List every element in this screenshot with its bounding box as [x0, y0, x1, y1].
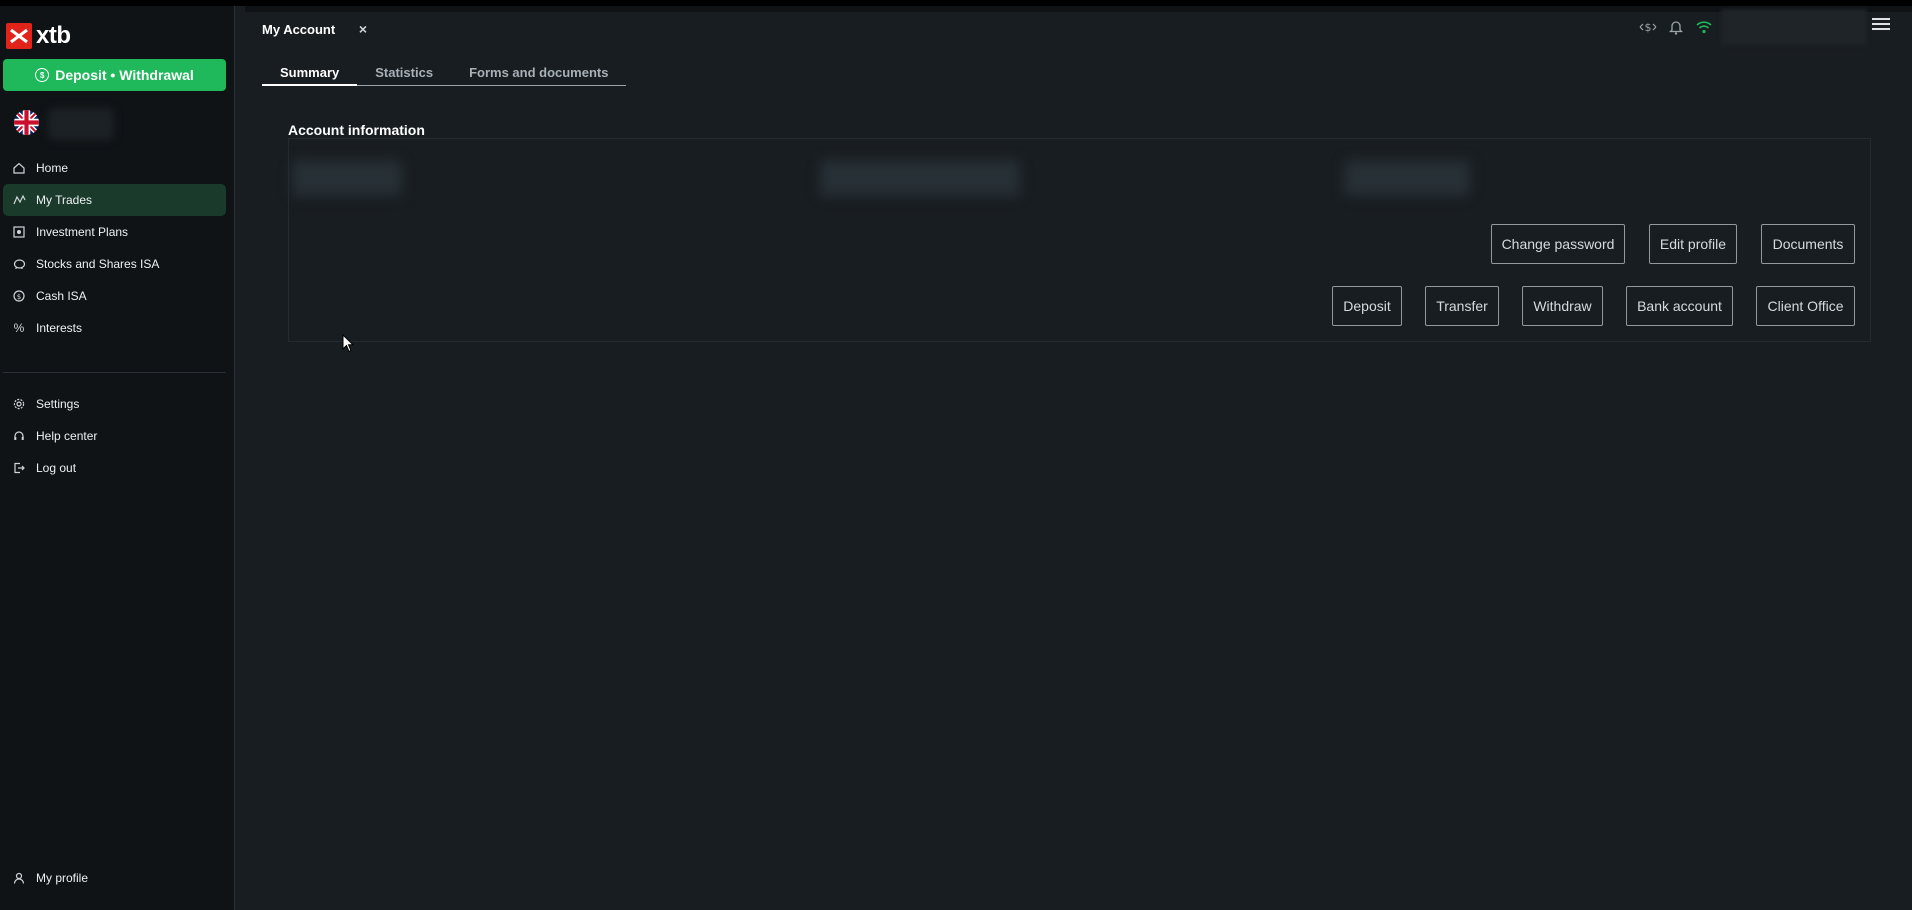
transfer-button[interactable]: Transfer [1425, 286, 1499, 326]
deposit-button[interactable]: Deposit [1332, 286, 1402, 326]
nav-item-log-out[interactable]: Log out [3, 452, 226, 484]
redacted-field [1344, 160, 1470, 196]
xtb-logo[interactable]: xtb [6, 21, 71, 51]
nav-item-settings[interactable]: Settings [3, 388, 226, 420]
client-office-button[interactable]: Client Office [1756, 286, 1855, 326]
nav-item-home[interactable]: Home [3, 152, 226, 184]
nav-item-help-center[interactable]: Help center [3, 420, 226, 452]
secondary-nav: Settings Help center Log out [3, 388, 226, 484]
nav-label: Settings [36, 397, 80, 411]
bank-account-button[interactable]: Bank account [1626, 286, 1733, 326]
nav-item-my-profile[interactable]: My profile [3, 862, 226, 894]
main-nav: Home My Trades Investment Plans Stocks a… [3, 152, 226, 344]
sidebar: xtb $ Deposit • Withdrawal Home My Trade… [0, 6, 235, 910]
account-number-redacted [48, 108, 114, 140]
top-status-icons: $ [1638, 14, 1722, 40]
tab-label: My Account [262, 21, 336, 37]
withdraw-button[interactable]: Withdraw [1522, 286, 1603, 326]
redacted-field [292, 160, 402, 196]
account-balance-redacted [1721, 9, 1867, 45]
documents-button[interactable]: Documents [1761, 224, 1855, 264]
close-icon[interactable]: × [359, 21, 367, 37]
nav-label: My profile [36, 871, 89, 885]
xtb-logo-icon [6, 23, 32, 49]
deposit-withdrawal-button[interactable]: $ Deposit • Withdrawal [3, 59, 226, 91]
nav-label: Investment Plans [36, 225, 129, 239]
nav-label: Interests [36, 321, 83, 335]
nav-label: Cash ISA [36, 289, 87, 303]
subtab-summary[interactable]: Summary [262, 62, 358, 86]
account-information-title: Account information [288, 122, 425, 138]
svg-text:$: $ [17, 293, 21, 301]
nav-item-interests[interactable]: % Interests [3, 312, 226, 344]
bell-icon[interactable] [1666, 17, 1686, 37]
mouse-cursor-icon [342, 333, 355, 354]
user-icon [12, 871, 26, 885]
gear-icon [12, 397, 26, 411]
home-icon [12, 161, 26, 175]
sidebar-divider [3, 372, 226, 373]
nav-item-cash-isa[interactable]: $ Cash ISA [3, 280, 226, 312]
plans-icon [12, 225, 26, 239]
wifi-connection-icon [1694, 17, 1714, 37]
profile-nav: My profile [3, 862, 226, 894]
cash-icon: $ [12, 289, 26, 303]
piggy-bank-icon [12, 257, 26, 271]
trades-icon [12, 193, 26, 207]
nav-label: Help center [36, 429, 98, 443]
nav-item-investment-plans[interactable]: Investment Plans [3, 216, 226, 248]
nav-item-stocks-and-shares-isa[interactable]: Stocks and Shares ISA [3, 248, 226, 280]
nav-item-my-trades[interactable]: My Trades [3, 184, 226, 216]
logout-icon [12, 461, 26, 475]
nav-label: Home [36, 161, 69, 175]
currency-exchange-icon[interactable]: $ [1638, 17, 1658, 37]
headset-icon [12, 429, 26, 443]
uk-flag-icon[interactable] [14, 110, 39, 135]
brand-name: xtb [36, 22, 71, 49]
subtab-statistics[interactable]: Statistics [357, 62, 451, 84]
percent-icon: % [13, 321, 25, 335]
coin-icon: $ [35, 68, 50, 82]
account-subtabs: Summary Statistics Forms and documents [262, 62, 627, 86]
svg-text:$: $ [1645, 21, 1652, 34]
tab-my-account[interactable]: My Account × [245, 12, 375, 46]
menu-icon[interactable] [1872, 18, 1890, 32]
change-password-button[interactable]: Change password [1491, 224, 1625, 264]
subtab-forms-and-documents[interactable]: Forms and documents [451, 62, 626, 84]
nav-label: My Trades [36, 193, 93, 207]
nav-label: Stocks and Shares ISA [36, 257, 160, 271]
nav-label: Log out [36, 461, 77, 475]
deposit-withdrawal-label: Deposit • Withdrawal [55, 67, 194, 83]
redacted-field [820, 160, 1020, 196]
edit-profile-button[interactable]: Edit profile [1649, 224, 1737, 264]
